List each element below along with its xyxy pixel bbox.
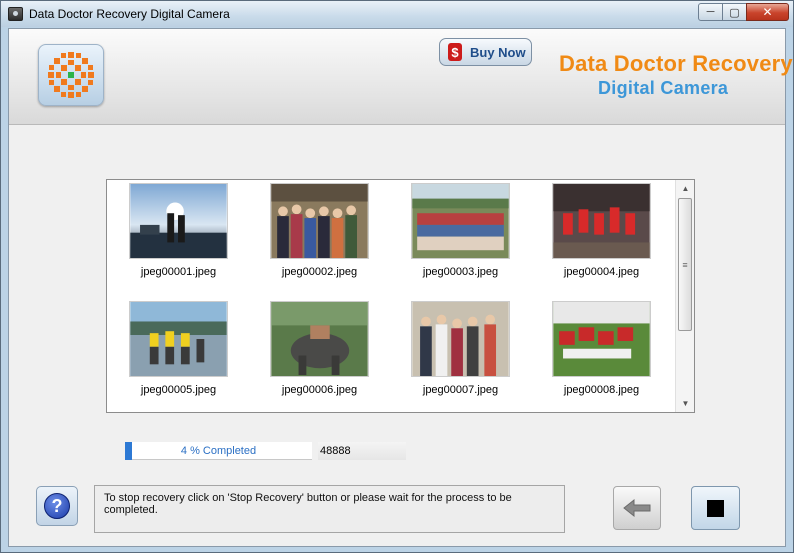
photo-beach-group-icon [129, 301, 228, 377]
title-bar[interactable]: Data Doctor Recovery Digital Camera ─ ▢ … [1, 1, 793, 27]
scroll-down-icon[interactable]: ▼ [676, 395, 695, 412]
recovered-count: 48888 [318, 442, 406, 460]
app-window: Data Doctor Recovery Digital Camera ─ ▢ … [0, 0, 794, 553]
dollar-icon: $ [448, 43, 462, 61]
stop-icon [707, 499, 724, 517]
file-thumbnail[interactable]: jpeg00005.jpeg [129, 301, 228, 396]
maximize-button[interactable]: ▢ [722, 3, 747, 21]
file-thumbnail[interactable]: jpeg00006.jpeg [270, 301, 369, 396]
file-name: jpeg00006.jpeg [281, 384, 358, 396]
scroll-thumb[interactable]: ≡ [678, 198, 692, 331]
app-logo [38, 44, 104, 106]
brand-subtitle: Digital Camera [598, 78, 729, 98]
photo-large-group-icon [411, 183, 510, 259]
file-thumbnail[interactable]: jpeg00001.jpeg [129, 183, 228, 278]
buy-now-button[interactable]: $ Buy Now [439, 38, 532, 66]
file-name: jpeg00002.jpeg [281, 266, 358, 278]
file-thumbnail[interactable]: jpeg00007.jpeg [411, 301, 510, 396]
recovery-progress-bar: 4 % Completed [125, 442, 312, 460]
file-name: jpeg00007.jpeg [422, 384, 499, 396]
status-message: To stop recovery click on 'Stop Recovery… [94, 485, 565, 533]
scroll-up-icon[interactable]: ▲ [676, 180, 695, 197]
photo-group-indoor-icon [270, 183, 369, 259]
close-button[interactable]: ✕ [746, 3, 789, 21]
photo-group-standing-icon [411, 301, 510, 377]
recovered-files-gallery[interactable]: jpeg00001.jpeg jpeg00002.jpeg jpeg00003.… [106, 179, 695, 413]
photo-sunset-couple-icon [129, 183, 228, 259]
photo-elephant-ride-icon [270, 301, 369, 377]
file-name: jpeg00001.jpeg [140, 266, 217, 278]
file-name: jpeg00003.jpeg [422, 266, 499, 278]
file-name: jpeg00005.jpeg [140, 384, 217, 396]
file-thumbnail[interactable]: jpeg00003.jpeg [411, 183, 510, 278]
back-button[interactable] [613, 486, 661, 530]
help-icon: ? [44, 493, 70, 519]
arrow-left-icon [623, 498, 651, 518]
camera-icon[interactable] [8, 7, 23, 21]
starburst-logo-icon [48, 52, 94, 98]
photo-team-field-icon [552, 301, 651, 377]
file-thumbnail[interactable]: jpeg00002.jpeg [270, 183, 369, 278]
buy-now-label: Buy Now [470, 44, 526, 60]
window-title: Data Doctor Recovery Digital Camera [29, 7, 230, 21]
stop-recovery-button[interactable] [691, 486, 740, 530]
minimize-button[interactable]: ─ [698, 3, 723, 21]
help-button[interactable]: ? [36, 486, 78, 526]
client-area: $ Buy Now Data Doctor Recovery Digital C… [8, 28, 793, 547]
file-thumbnail[interactable]: jpeg00008.jpeg [552, 301, 651, 396]
file-name: jpeg00008.jpeg [563, 384, 640, 396]
file-thumbnail[interactable]: jpeg00004.jpeg [552, 183, 651, 278]
photo-dancers-red-icon [552, 183, 651, 259]
header-banner: $ Buy Now Data Doctor Recovery Digital C… [9, 29, 793, 125]
file-name: jpeg00004.jpeg [563, 266, 640, 278]
gallery-scrollbar[interactable]: ▲ ≡ ▼ [675, 180, 694, 412]
progress-label: 4 % Completed [180, 445, 257, 457]
brand-title: Data Doctor Recovery [559, 51, 793, 76]
